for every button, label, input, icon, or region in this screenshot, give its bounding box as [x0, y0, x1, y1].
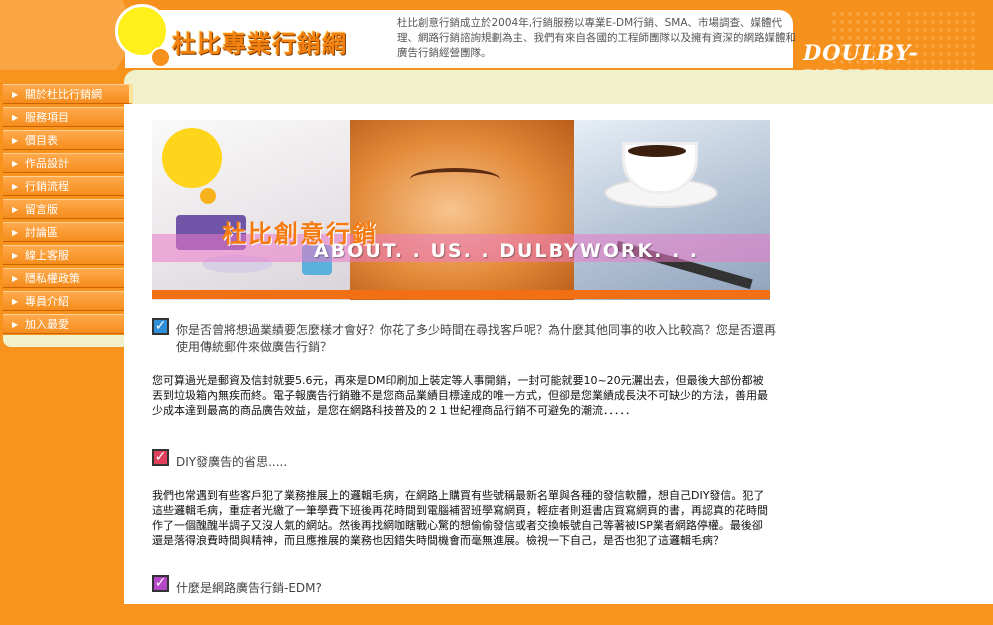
section-heading: DIY發廣告的省思..... [176, 455, 288, 469]
nav-item-label: 服務項目 [25, 111, 69, 124]
nav-item-label: 關於杜比行銷網 [25, 88, 102, 101]
nav-item-label: 價目表 [25, 134, 58, 147]
arrow-right-icon: ▶ [12, 159, 19, 168]
arrow-right-icon: ▶ [12, 113, 19, 122]
nav-item-about[interactable]: ▶ 關於杜比行銷網 [3, 84, 133, 104]
banner-coffee-image [574, 120, 770, 300]
sidebar-nav: ▶ 關於杜比行銷網 ▶ 服務項目 ▶ 價目表 ▶ 作品設計 ▶ 行銷流程 ▶ 留言版 ▶ 討論… [3, 84, 133, 347]
about-banner: 杜比創意行銷 ABOUT. . US. . DULBYWORK. . . [152, 120, 770, 300]
nav-item-bookmark[interactable]: ▶ 加入最愛 [3, 314, 133, 334]
nav-item-label: 留言版 [25, 203, 58, 216]
nav-item-label: 專員介紹 [25, 295, 69, 308]
nav-item-services[interactable]: ▶ 服務項目 [3, 107, 133, 127]
company-intro: 杜比創意行銷成立於2004年,行銷服務以專業E-DM行銷、SMA、市場調查、媒體… [397, 17, 796, 59]
nav-item-label: 討論區 [25, 226, 58, 239]
sidebar-footer [3, 335, 133, 347]
banner-face-image [350, 120, 574, 300]
arrow-right-icon: ▶ [12, 205, 19, 214]
footer-strip [124, 604, 993, 625]
nav-item-forum[interactable]: ▶ 討論區 [3, 222, 133, 242]
arrow-right-icon: ▶ [12, 320, 19, 329]
section-body: 您可算過光是郵資及信封就要5.6元，再來是DM印刷加上裝定等人事開銷，一封可能就… [152, 374, 768, 417]
nav-item-guestbook[interactable]: ▶ 留言版 [3, 199, 133, 219]
checkbox-checked-icon: ✓ [152, 318, 169, 335]
top-banner-bar [124, 70, 993, 104]
arrow-right-icon: ▶ [12, 90, 19, 99]
banner-underline [152, 290, 770, 299]
banner-subtitle: ABOUT. . US. . DULBYWORK. . . [314, 240, 700, 262]
nav-item-label: 作品設計 [25, 157, 69, 170]
nav-item-online-support[interactable]: ▶ 線上客服 [3, 245, 133, 265]
checkbox-checked-icon: ✓ [152, 575, 169, 592]
arrow-right-icon: ▶ [12, 297, 19, 306]
site-header: 杜比專業行銷網 杜比創意行銷成立於2004年,行銷服務以專業E-DM行銷、SMA… [0, 0, 993, 70]
orange-dot-icon [150, 47, 171, 68]
nav-item-process[interactable]: ▶ 行銷流程 [3, 176, 133, 196]
brand-logo: DOULBY-WORK [803, 40, 919, 70]
main-content: 杜比創意行銷 ABOUT. . US. . DULBYWORK. . . ✓ 你… [124, 104, 993, 604]
arrow-right-icon: ▶ [12, 251, 19, 260]
nav-item-privacy[interactable]: ▶ 隱私權政策 [3, 268, 133, 288]
checkbox-checked-icon: ✓ [152, 449, 169, 466]
arrow-right-icon: ▶ [12, 136, 19, 145]
section-heading: 什麼是網路廣告行銷-EDM? [176, 581, 322, 595]
nav-item-portfolio[interactable]: ▶ 作品設計 [3, 153, 133, 173]
banner-spa-image [152, 120, 350, 300]
nav-item-label: 加入最愛 [25, 318, 69, 331]
arrow-right-icon: ▶ [12, 274, 19, 283]
coffee-icon [628, 145, 686, 157]
eye-icon [410, 168, 500, 190]
nav-item-label: 隱私權政策 [25, 272, 80, 285]
yellow-circle-icon [162, 128, 222, 188]
nav-item-label: 行銷流程 [25, 180, 69, 193]
site-title[interactable]: 杜比專業行銷網 [172, 24, 347, 59]
arrow-right-icon: ▶ [12, 182, 19, 191]
nav-item-pricing[interactable]: ▶ 價目表 [3, 130, 133, 150]
yellow-dot-icon [200, 188, 216, 204]
section-heading: 你是否曾將想過業績要怎麼樣才會好？你花了多少時間在尋找客戶呢？為什麼其他同事的收… [176, 323, 777, 354]
arrow-right-icon: ▶ [12, 228, 19, 237]
header-decor-circle [0, 0, 130, 70]
nav-item-staff[interactable]: ▶ 專員介紹 [3, 291, 133, 311]
nav-item-label: 線上客服 [25, 249, 69, 262]
section-body: 我們也常遇到有些客戶犯了業務推展上的邏輯毛病，在網路上購買有些號稱最新名單與各種… [152, 489, 768, 547]
